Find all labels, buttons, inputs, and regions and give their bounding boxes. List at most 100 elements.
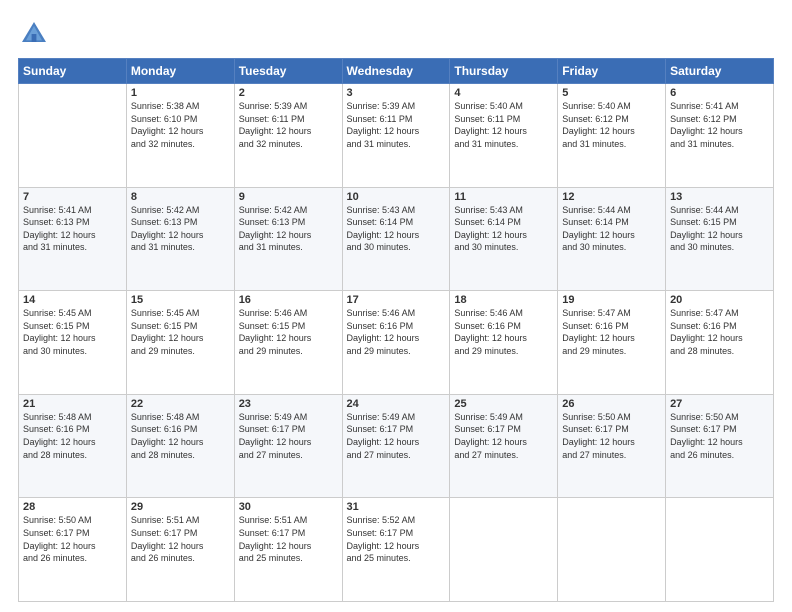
day-number: 11 <box>454 191 553 203</box>
calendar-cell: 3Sunrise: 5:39 AM Sunset: 6:11 PM Daylig… <box>342 84 450 188</box>
day-info: Sunrise: 5:41 AM Sunset: 6:12 PM Dayligh… <box>670 100 769 150</box>
day-info: Sunrise: 5:39 AM Sunset: 6:11 PM Dayligh… <box>347 100 446 150</box>
calendar-cell: 27Sunrise: 5:50 AM Sunset: 6:17 PM Dayli… <box>666 394 774 498</box>
weekday-header-saturday: Saturday <box>666 59 774 84</box>
day-number: 5 <box>562 87 661 99</box>
generalblue-icon <box>18 18 50 50</box>
weekday-header-monday: Monday <box>126 59 234 84</box>
day-info: Sunrise: 5:46 AM Sunset: 6:16 PM Dayligh… <box>347 307 446 357</box>
day-info: Sunrise: 5:50 AM Sunset: 6:17 PM Dayligh… <box>23 514 122 564</box>
day-number: 29 <box>131 501 230 513</box>
calendar-cell: 16Sunrise: 5:46 AM Sunset: 6:15 PM Dayli… <box>234 291 342 395</box>
day-number: 6 <box>670 87 769 99</box>
day-number: 2 <box>239 87 338 99</box>
day-number: 27 <box>670 398 769 410</box>
calendar-cell: 10Sunrise: 5:43 AM Sunset: 6:14 PM Dayli… <box>342 187 450 291</box>
day-number: 9 <box>239 191 338 203</box>
calendar-cell: 14Sunrise: 5:45 AM Sunset: 6:15 PM Dayli… <box>19 291 127 395</box>
day-number: 20 <box>670 294 769 306</box>
calendar-cell: 22Sunrise: 5:48 AM Sunset: 6:16 PM Dayli… <box>126 394 234 498</box>
week-row-2: 14Sunrise: 5:45 AM Sunset: 6:15 PM Dayli… <box>19 291 774 395</box>
day-info: Sunrise: 5:44 AM Sunset: 6:15 PM Dayligh… <box>670 204 769 254</box>
calendar-cell: 19Sunrise: 5:47 AM Sunset: 6:16 PM Dayli… <box>558 291 666 395</box>
day-info: Sunrise: 5:48 AM Sunset: 6:16 PM Dayligh… <box>131 411 230 461</box>
day-number: 28 <box>23 501 122 513</box>
day-number: 19 <box>562 294 661 306</box>
day-info: Sunrise: 5:41 AM Sunset: 6:13 PM Dayligh… <box>23 204 122 254</box>
day-number: 25 <box>454 398 553 410</box>
calendar-cell: 11Sunrise: 5:43 AM Sunset: 6:14 PM Dayli… <box>450 187 558 291</box>
calendar-table: SundayMondayTuesdayWednesdayThursdayFrid… <box>18 58 774 602</box>
calendar-cell: 5Sunrise: 5:40 AM Sunset: 6:12 PM Daylig… <box>558 84 666 188</box>
week-row-4: 28Sunrise: 5:50 AM Sunset: 6:17 PM Dayli… <box>19 498 774 602</box>
weekday-header-tuesday: Tuesday <box>234 59 342 84</box>
weekday-header-thursday: Thursday <box>450 59 558 84</box>
day-number: 8 <box>131 191 230 203</box>
calendar-cell: 9Sunrise: 5:42 AM Sunset: 6:13 PM Daylig… <box>234 187 342 291</box>
day-info: Sunrise: 5:52 AM Sunset: 6:17 PM Dayligh… <box>347 514 446 564</box>
day-info: Sunrise: 5:49 AM Sunset: 6:17 PM Dayligh… <box>347 411 446 461</box>
week-row-3: 21Sunrise: 5:48 AM Sunset: 6:16 PM Dayli… <box>19 394 774 498</box>
day-info: Sunrise: 5:44 AM Sunset: 6:14 PM Dayligh… <box>562 204 661 254</box>
day-number: 16 <box>239 294 338 306</box>
day-number: 23 <box>239 398 338 410</box>
calendar-cell: 25Sunrise: 5:49 AM Sunset: 6:17 PM Dayli… <box>450 394 558 498</box>
day-number: 18 <box>454 294 553 306</box>
day-info: Sunrise: 5:42 AM Sunset: 6:13 PM Dayligh… <box>131 204 230 254</box>
logo <box>18 18 54 50</box>
day-info: Sunrise: 5:39 AM Sunset: 6:11 PM Dayligh… <box>239 100 338 150</box>
page: SundayMondayTuesdayWednesdayThursdayFrid… <box>0 0 792 612</box>
calendar-cell: 31Sunrise: 5:52 AM Sunset: 6:17 PM Dayli… <box>342 498 450 602</box>
calendar-cell: 21Sunrise: 5:48 AM Sunset: 6:16 PM Dayli… <box>19 394 127 498</box>
day-number: 26 <box>562 398 661 410</box>
week-row-1: 7Sunrise: 5:41 AM Sunset: 6:13 PM Daylig… <box>19 187 774 291</box>
day-number: 24 <box>347 398 446 410</box>
day-number: 15 <box>131 294 230 306</box>
header <box>18 18 774 50</box>
day-info: Sunrise: 5:43 AM Sunset: 6:14 PM Dayligh… <box>347 204 446 254</box>
day-info: Sunrise: 5:42 AM Sunset: 6:13 PM Dayligh… <box>239 204 338 254</box>
day-info: Sunrise: 5:45 AM Sunset: 6:15 PM Dayligh… <box>131 307 230 357</box>
calendar-cell: 28Sunrise: 5:50 AM Sunset: 6:17 PM Dayli… <box>19 498 127 602</box>
day-info: Sunrise: 5:40 AM Sunset: 6:12 PM Dayligh… <box>562 100 661 150</box>
calendar-cell: 29Sunrise: 5:51 AM Sunset: 6:17 PM Dayli… <box>126 498 234 602</box>
weekday-header-wednesday: Wednesday <box>342 59 450 84</box>
day-number: 7 <box>23 191 122 203</box>
calendar-cell: 24Sunrise: 5:49 AM Sunset: 6:17 PM Dayli… <box>342 394 450 498</box>
calendar-cell <box>450 498 558 602</box>
calendar-cell: 18Sunrise: 5:46 AM Sunset: 6:16 PM Dayli… <box>450 291 558 395</box>
weekday-header-sunday: Sunday <box>19 59 127 84</box>
calendar-cell <box>558 498 666 602</box>
day-info: Sunrise: 5:46 AM Sunset: 6:15 PM Dayligh… <box>239 307 338 357</box>
calendar-cell: 30Sunrise: 5:51 AM Sunset: 6:17 PM Dayli… <box>234 498 342 602</box>
day-info: Sunrise: 5:45 AM Sunset: 6:15 PM Dayligh… <box>23 307 122 357</box>
day-info: Sunrise: 5:48 AM Sunset: 6:16 PM Dayligh… <box>23 411 122 461</box>
week-row-0: 1Sunrise: 5:38 AM Sunset: 6:10 PM Daylig… <box>19 84 774 188</box>
day-number: 17 <box>347 294 446 306</box>
calendar-cell: 6Sunrise: 5:41 AM Sunset: 6:12 PM Daylig… <box>666 84 774 188</box>
calendar-cell: 13Sunrise: 5:44 AM Sunset: 6:15 PM Dayli… <box>666 187 774 291</box>
day-number: 13 <box>670 191 769 203</box>
day-info: Sunrise: 5:51 AM Sunset: 6:17 PM Dayligh… <box>131 514 230 564</box>
day-number: 10 <box>347 191 446 203</box>
day-info: Sunrise: 5:49 AM Sunset: 6:17 PM Dayligh… <box>454 411 553 461</box>
calendar-cell: 1Sunrise: 5:38 AM Sunset: 6:10 PM Daylig… <box>126 84 234 188</box>
day-info: Sunrise: 5:51 AM Sunset: 6:17 PM Dayligh… <box>239 514 338 564</box>
calendar-cell: 4Sunrise: 5:40 AM Sunset: 6:11 PM Daylig… <box>450 84 558 188</box>
calendar-cell: 15Sunrise: 5:45 AM Sunset: 6:15 PM Dayli… <box>126 291 234 395</box>
calendar-cell: 23Sunrise: 5:49 AM Sunset: 6:17 PM Dayli… <box>234 394 342 498</box>
calendar-cell: 20Sunrise: 5:47 AM Sunset: 6:16 PM Dayli… <box>666 291 774 395</box>
day-info: Sunrise: 5:50 AM Sunset: 6:17 PM Dayligh… <box>670 411 769 461</box>
day-info: Sunrise: 5:50 AM Sunset: 6:17 PM Dayligh… <box>562 411 661 461</box>
calendar-cell: 8Sunrise: 5:42 AM Sunset: 6:13 PM Daylig… <box>126 187 234 291</box>
day-number: 21 <box>23 398 122 410</box>
calendar-cell <box>19 84 127 188</box>
day-info: Sunrise: 5:38 AM Sunset: 6:10 PM Dayligh… <box>131 100 230 150</box>
day-info: Sunrise: 5:47 AM Sunset: 6:16 PM Dayligh… <box>670 307 769 357</box>
day-number: 31 <box>347 501 446 513</box>
calendar-cell: 26Sunrise: 5:50 AM Sunset: 6:17 PM Dayli… <box>558 394 666 498</box>
calendar-cell <box>666 498 774 602</box>
day-info: Sunrise: 5:47 AM Sunset: 6:16 PM Dayligh… <box>562 307 661 357</box>
day-number: 14 <box>23 294 122 306</box>
calendar-cell: 17Sunrise: 5:46 AM Sunset: 6:16 PM Dayli… <box>342 291 450 395</box>
